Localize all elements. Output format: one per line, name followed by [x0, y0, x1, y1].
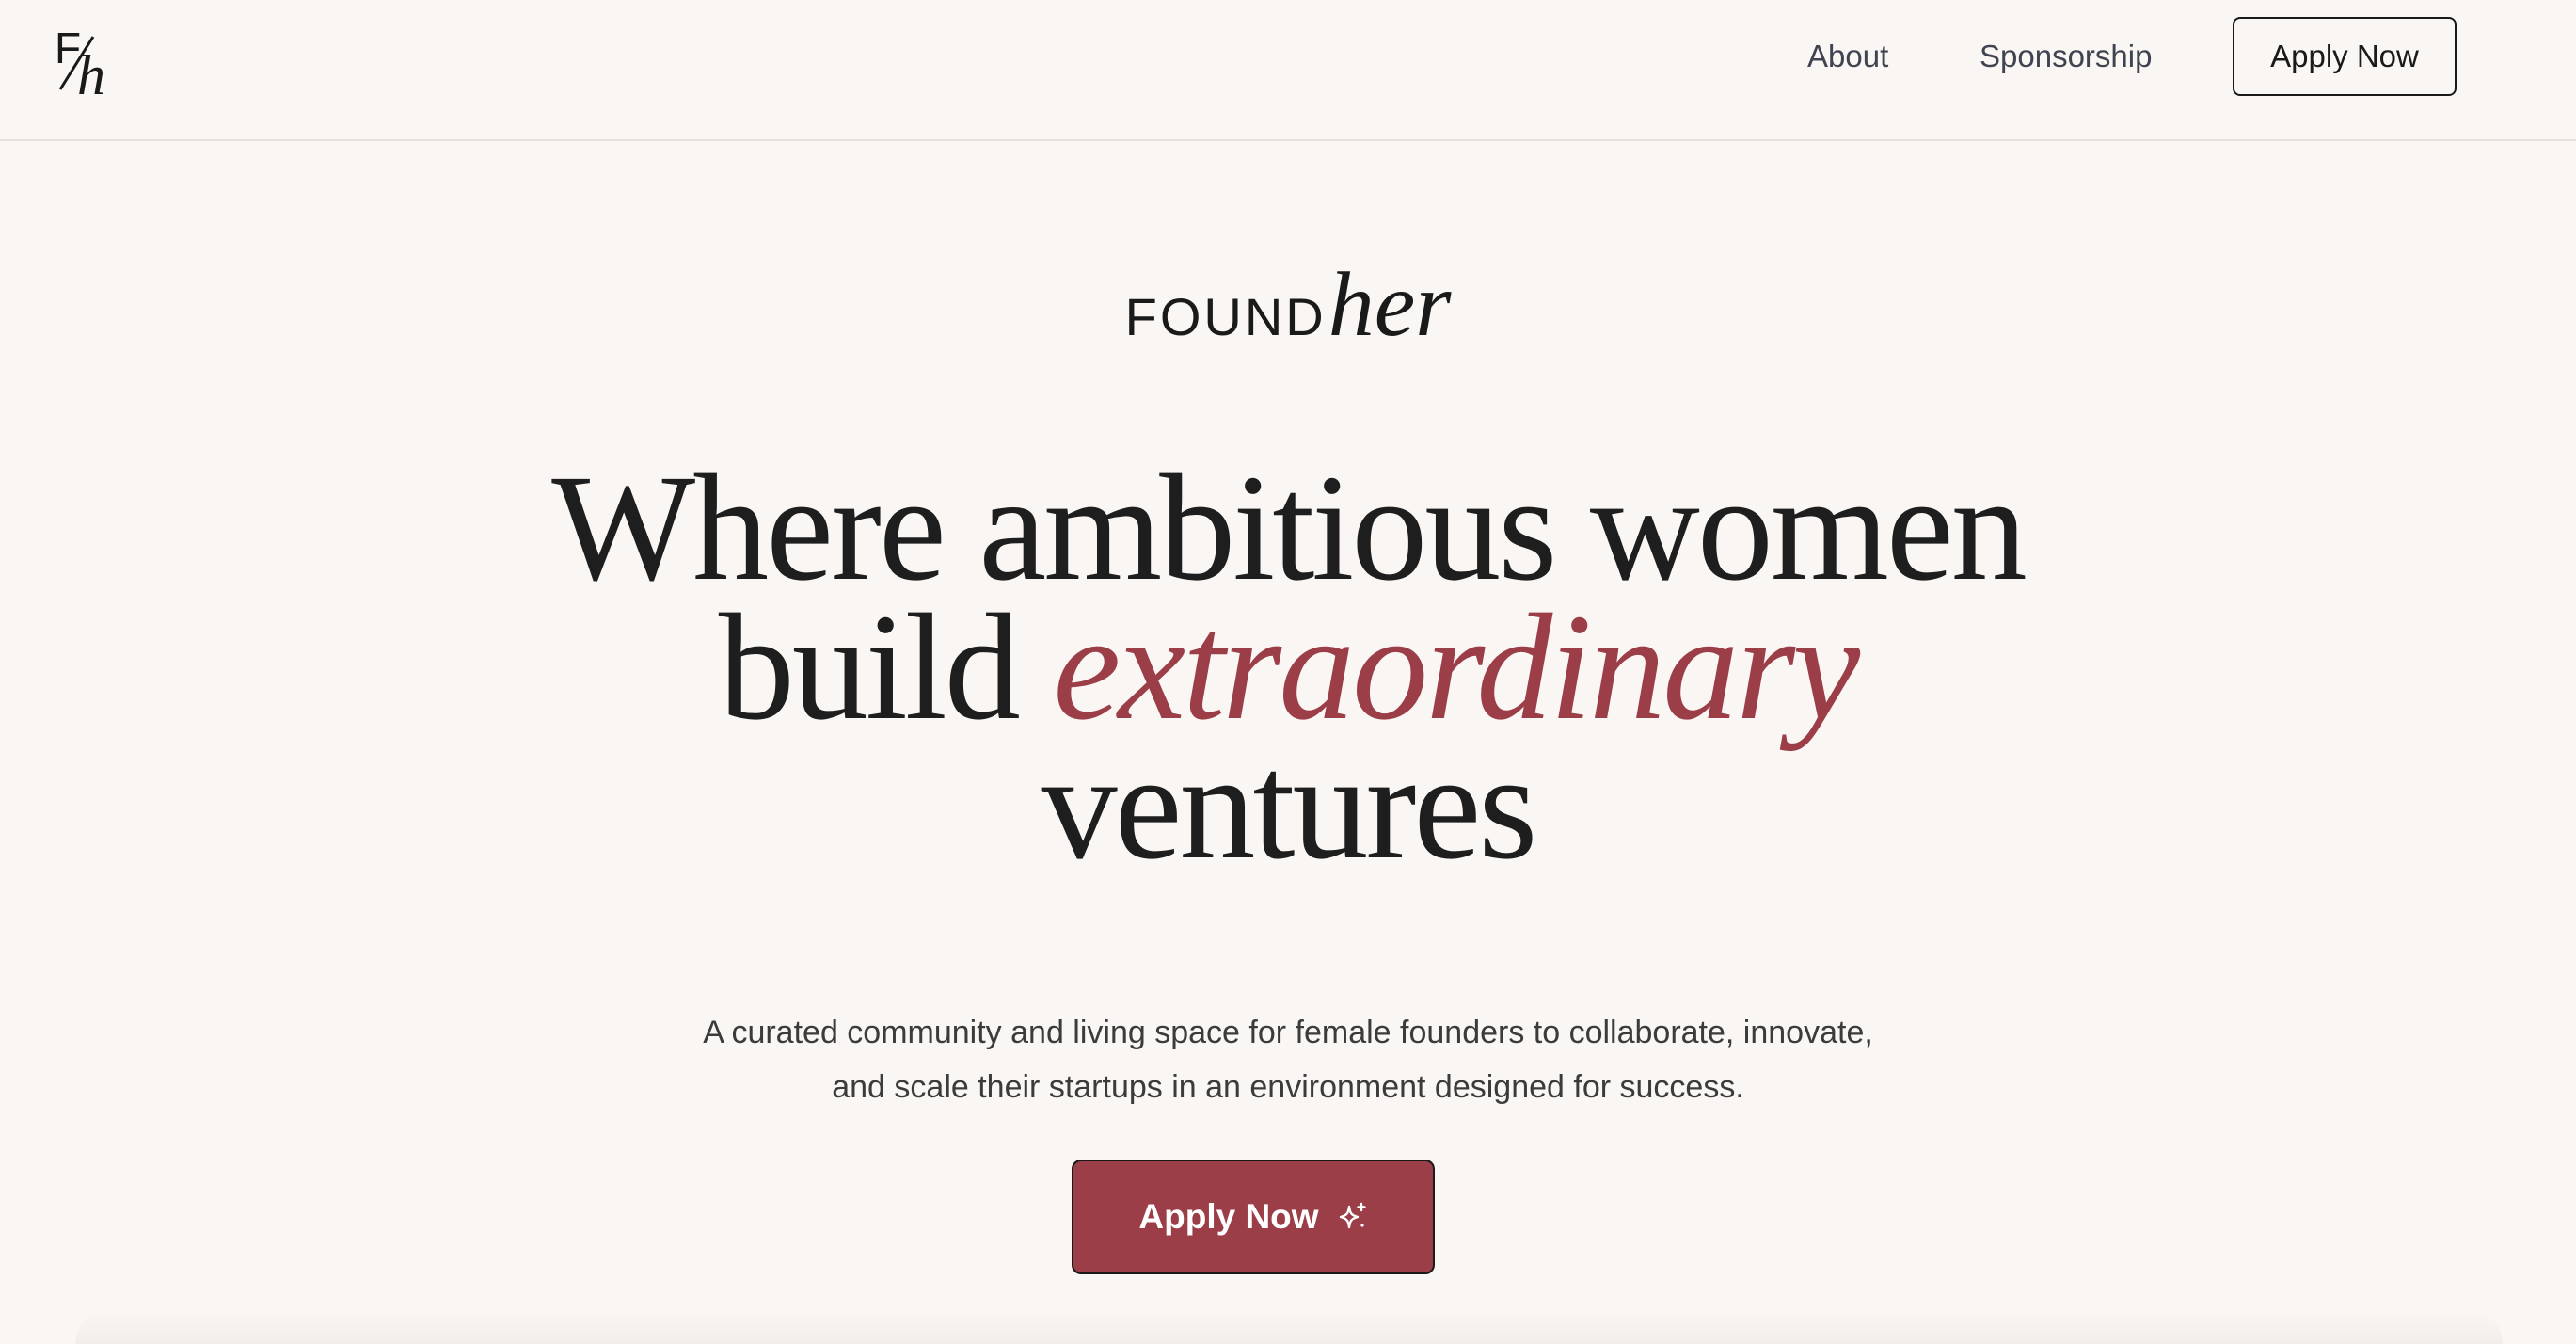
next-section-shadow [75, 1310, 2503, 1344]
site-header: F h About Sponsorship Apply Now [0, 0, 2576, 141]
fh-monogram-logo[interactable]: F h [55, 26, 111, 104]
brand-wordmark-found: FOUND [1124, 287, 1327, 346]
brand-wordmark: FOUNDher [0, 252, 2576, 356]
headline-build-text: build [718, 584, 1054, 752]
hero-apply-now-button[interactable]: Apply Now [1072, 1160, 1435, 1274]
nav-link-about[interactable]: About [1807, 36, 1888, 77]
headline-line-2: build extraordinary [0, 592, 2576, 744]
headline-line-1: Where ambitious women [551, 444, 2027, 613]
logo-letter-h: h [77, 44, 105, 106]
sparkle-icon [1336, 1201, 1368, 1233]
headline-line-3: ventures [1041, 723, 1538, 891]
hero-headline: Where ambitious women build extraordinar… [0, 444, 2576, 891]
cta-label: Apply Now [1138, 1197, 1319, 1236]
nav-link-sponsorship[interactable]: Sponsorship [1980, 36, 2152, 77]
header-apply-now-button[interactable]: Apply Now [2233, 17, 2457, 96]
subtitle-line-2: and scale their startups in an environme… [832, 1069, 1744, 1105]
brand-wordmark-her: her [1328, 254, 1452, 356]
hero-subtitle: A curated community and living space for… [0, 1005, 2576, 1114]
subtitle-line-1: A curated community and living space for… [703, 1015, 1873, 1050]
